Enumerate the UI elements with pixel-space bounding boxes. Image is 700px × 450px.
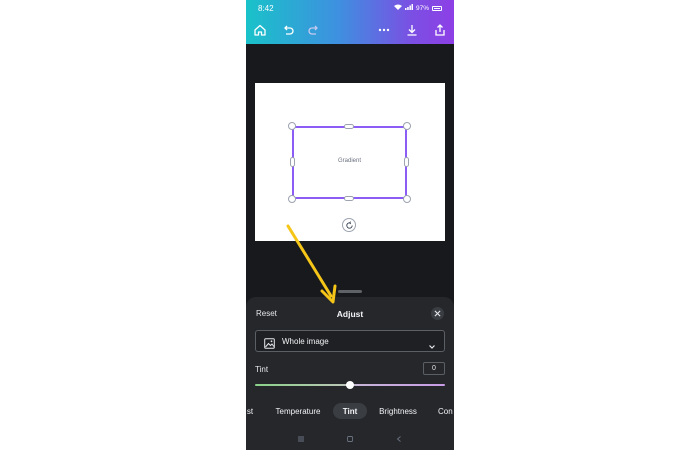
adjust-tabs: st Temperature Tint Brightness Con xyxy=(246,399,454,421)
tab-contrast-partial[interactable]: st xyxy=(246,403,254,419)
share-icon[interactable] xyxy=(432,22,448,38)
panel-title: Adjust xyxy=(336,309,364,319)
status-icons: 97% xyxy=(393,4,442,12)
adjust-panel: Reset Adjust Whole image Tint 0 st Tempe… xyxy=(246,297,454,450)
top-toolbar: 8:42 97% xyxy=(246,0,454,44)
element-label: Gradient xyxy=(337,158,361,164)
battery-icon xyxy=(432,5,442,11)
system-nav-bar xyxy=(246,430,454,450)
redo-icon[interactable] xyxy=(306,22,322,38)
resize-handle-left[interactable] xyxy=(290,157,295,167)
resize-handle-right[interactable] xyxy=(404,157,409,167)
download-icon[interactable] xyxy=(404,22,420,38)
tab-tint[interactable]: Tint xyxy=(333,403,367,419)
battery-percent: 97% xyxy=(415,4,429,12)
resize-handle-bottom-left[interactable] xyxy=(288,195,296,203)
tint-slider-thumb[interactable] xyxy=(346,381,354,389)
editor-canvas: Gradient xyxy=(246,44,454,294)
scope-dropdown[interactable]: Whole image xyxy=(255,330,445,352)
tab-brightness[interactable]: Brightness xyxy=(374,403,422,419)
signal-icon xyxy=(404,4,413,12)
undo-icon[interactable] xyxy=(280,22,296,38)
scope-dropdown-value: Whole image xyxy=(282,337,329,346)
home-nav-icon[interactable] xyxy=(345,434,355,444)
resize-handle-bottom[interactable] xyxy=(344,196,354,201)
more-icon[interactable] xyxy=(376,22,392,38)
resize-handle-top[interactable] xyxy=(344,124,354,129)
image-icon xyxy=(264,336,275,349)
panel-drag-handle[interactable] xyxy=(338,290,362,293)
resize-handle-top-right[interactable] xyxy=(403,122,411,130)
tab-contrast[interactable]: Con xyxy=(438,403,454,419)
phone-screen: 8:42 97% Gradient Reset Adjust Whole ima… xyxy=(246,0,454,450)
selected-element[interactable]: Gradient xyxy=(292,126,407,199)
menu-icon[interactable] xyxy=(296,434,306,444)
close-icon[interactable] xyxy=(431,307,444,320)
chevron-down-icon xyxy=(428,338,436,349)
home-icon[interactable] xyxy=(252,22,268,38)
resize-handle-bottom-right[interactable] xyxy=(403,195,411,203)
wifi-icon xyxy=(393,4,402,12)
status-time: 8:42 xyxy=(258,4,274,13)
screenshot-stage: 8:42 97% Gradient Reset Adjust Whole ima… xyxy=(0,0,700,450)
slider-value-input[interactable]: 0 xyxy=(423,362,445,375)
resize-handle-top-left[interactable] xyxy=(288,122,296,130)
tab-temperature[interactable]: Temperature xyxy=(270,403,326,419)
design-page[interactable]: Gradient xyxy=(255,83,445,241)
slider-label: Tint xyxy=(255,365,269,374)
back-icon[interactable] xyxy=(394,434,404,444)
rotate-icon[interactable] xyxy=(342,218,356,232)
